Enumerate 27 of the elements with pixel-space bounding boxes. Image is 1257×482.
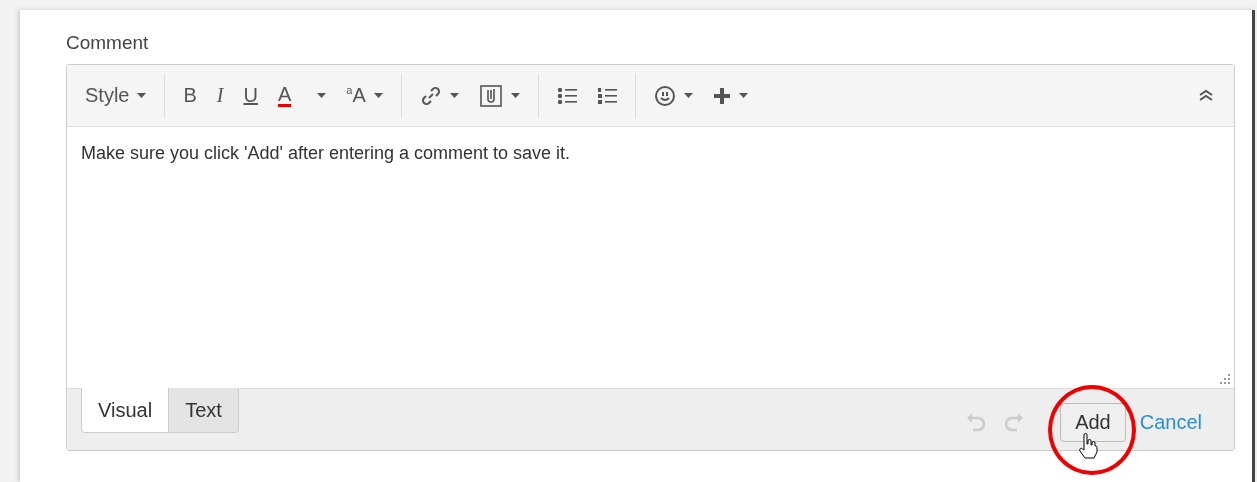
resize-grip-icon[interactable] <box>1218 372 1230 384</box>
hand-cursor-icon <box>1078 433 1098 459</box>
caret-icon <box>449 93 459 98</box>
add-button[interactable]: Add <box>1060 403 1126 442</box>
numbered-list-icon <box>596 86 617 105</box>
paperclip-icon <box>478 83 503 108</box>
caret-icon <box>510 93 520 98</box>
underline-button[interactable]: U <box>233 77 268 114</box>
caret-icon <box>373 93 383 98</box>
bullet-list-icon <box>556 86 577 105</box>
editor-tab[interactable]: Text <box>169 388 239 433</box>
caret-icon <box>317 93 327 98</box>
smiley-icon <box>653 84 676 107</box>
text-color-button[interactable]: A <box>267 77 337 114</box>
link-icon <box>419 84 442 107</box>
caret-icon <box>137 93 147 98</box>
caret-icon <box>738 93 748 98</box>
italic-button[interactable]: I <box>206 77 234 114</box>
field-label: Comment <box>66 32 149 54</box>
editor-tab[interactable]: Visual <box>81 388 170 433</box>
caret-icon <box>683 93 693 98</box>
comment-text: Make sure you click 'Add' after entering a comment to save it. <box>81 143 571 163</box>
font-size-dropdown[interactable]: $^{a}$A <box>336 77 393 114</box>
plus-icon <box>712 86 731 105</box>
bold-button[interactable]: B <box>173 77 207 114</box>
style-dropdown[interactable]: Style <box>75 77 157 114</box>
collapse-icon[interactable] <box>1198 88 1214 101</box>
